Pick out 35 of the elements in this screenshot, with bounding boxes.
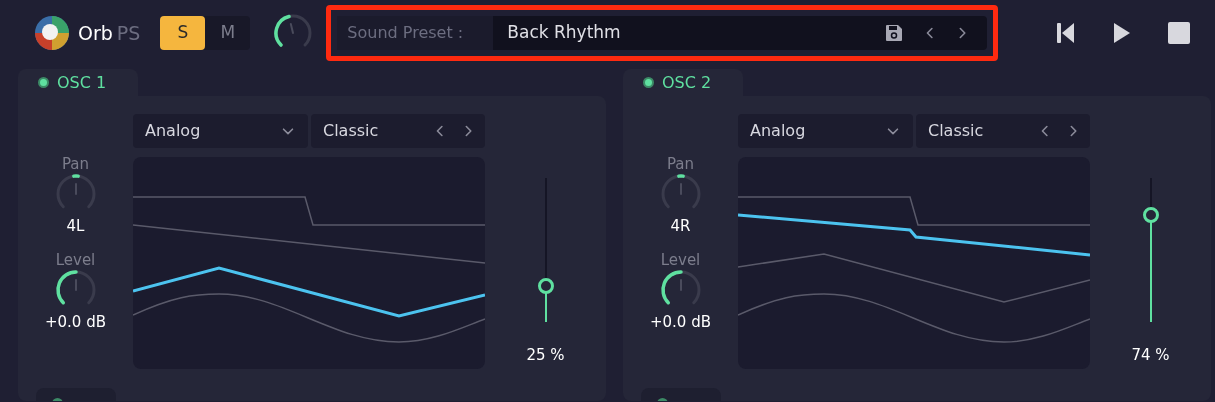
knob-value: +0.0 dB [45,312,106,332]
mix-slider[interactable] [537,178,554,322]
mode-button[interactable]: M [205,16,251,50]
variant-value: Classic [928,120,985,142]
oscillator-title: OSC 1 [57,71,107,94]
preset-label: Sound Preset : [337,16,494,50]
oscillator-tab[interactable]: OSC 2 [623,69,743,96]
oscillator-type-dropdown[interactable]: Analog [133,114,308,148]
oscillator-tab[interactable]: OSC 1 [18,69,138,96]
app-name: Orb [78,20,113,46]
app-suffix: PS [116,20,141,46]
slider-thumb[interactable] [537,278,554,294]
save-icon[interactable] [885,24,904,42]
knob-label: Pan [61,156,90,172]
dropdown-value: Analog [750,120,806,142]
knob-value: 4R [670,216,691,236]
knob-value: 4L [66,216,85,236]
logo-icon [34,15,70,51]
stop-icon[interactable] [1168,22,1191,44]
play-icon[interactable] [1113,22,1132,44]
skip-back-icon[interactable] [1056,22,1077,44]
preset-name: Back Rhythm [506,21,622,45]
slider-thumb[interactable] [1142,207,1159,224]
knob-value: +0.0 dB [650,312,711,332]
oscillator-type-dropdown[interactable]: Analog [738,114,913,148]
mix-slider[interactable] [1142,178,1159,322]
knob-label: Level [660,252,701,268]
mode-button[interactable]: S [160,16,206,50]
mix-value: 74 % [1131,345,1170,366]
oscillator-title: OSC 2 [662,71,712,94]
mix-value: 25 % [526,345,565,366]
variant-value: Classic [323,120,380,142]
dropdown-value: Analog [145,120,201,142]
knob-label: Level [55,252,96,268]
knob-label: Pan [666,156,695,172]
